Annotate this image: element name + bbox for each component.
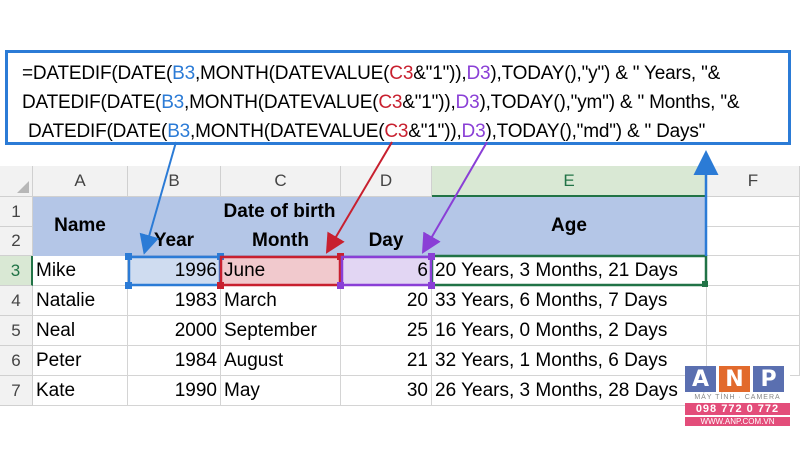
logo-tagline: MÁY TÍNH · CAMERA <box>694 394 781 401</box>
column-header-a[interactable]: A <box>33 166 128 197</box>
cell-name[interactable]: Neal <box>33 316 128 346</box>
header-year[interactable]: Year <box>128 227 221 256</box>
cell-day[interactable]: 30 <box>341 376 432 406</box>
logo-letters: A N P <box>685 366 790 392</box>
cell-month[interactable]: March <box>221 286 341 316</box>
row-header-5[interactable]: 5 <box>0 316 33 346</box>
logo-website: WWW.ANP.COM.VN <box>685 417 790 426</box>
logo-letter-n: N <box>719 366 750 392</box>
spreadsheet-grid: A B C D E F 1 2 3 4 5 6 7 Name Date of b… <box>0 0 800 450</box>
row-header-6[interactable]: 6 <box>0 346 33 376</box>
column-header-e[interactable]: E <box>432 166 707 197</box>
row-header-2[interactable]: 2 <box>0 227 33 256</box>
empty-cell[interactable] <box>707 227 800 256</box>
cell-day[interactable]: 21 <box>341 346 432 376</box>
cell-day[interactable]: 6 <box>341 256 432 286</box>
cell-year[interactable]: 1984 <box>128 346 221 376</box>
cell-month[interactable]: August <box>221 346 341 376</box>
header-month[interactable]: Month <box>221 227 341 256</box>
cell-year[interactable]: 1983 <box>128 286 221 316</box>
header-day[interactable]: Day <box>341 227 432 256</box>
cell-age[interactable]: 16 Years, 0 Months, 2 Days <box>432 316 707 346</box>
column-header-c[interactable]: C <box>221 166 341 197</box>
cell-month[interactable]: May <box>221 376 341 406</box>
cell-name[interactable]: Natalie <box>33 286 128 316</box>
column-header-f[interactable]: F <box>707 166 800 197</box>
cell-age[interactable]: 33 Years, 6 Months, 7 Days <box>432 286 707 316</box>
header-name[interactable]: Name <box>33 197 128 256</box>
empty-cell[interactable] <box>707 316 800 346</box>
cell-month[interactable]: September <box>221 316 341 346</box>
cell-name[interactable]: Kate <box>33 376 128 406</box>
cell-year[interactable]: 1996 <box>128 256 221 286</box>
logo-letter-a: A <box>685 366 716 392</box>
row-header-3[interactable]: 3 <box>0 256 33 286</box>
cell-name[interactable]: Peter <box>33 346 128 376</box>
cell-age[interactable]: 26 Years, 3 Months, 28 Days <box>432 376 707 406</box>
cell-age[interactable]: 32 Years, 1 Months, 6 Days <box>432 346 707 376</box>
column-header-d[interactable]: D <box>341 166 432 197</box>
cell-year[interactable]: 1990 <box>128 376 221 406</box>
row-header-4[interactable]: 4 <box>0 286 33 316</box>
cell-day[interactable]: 25 <box>341 316 432 346</box>
cell-year[interactable]: 2000 <box>128 316 221 346</box>
logo-phone: 098 772 0 772 <box>685 403 790 415</box>
empty-cell[interactable] <box>707 256 800 286</box>
cell-name[interactable]: Mike <box>33 256 128 286</box>
row-header-1[interactable]: 1 <box>0 197 33 227</box>
select-all-corner[interactable] <box>0 166 33 197</box>
empty-cell[interactable] <box>707 197 800 227</box>
cell-day[interactable]: 20 <box>341 286 432 316</box>
header-age[interactable]: Age <box>432 197 707 256</box>
brand-logo: A N P MÁY TÍNH · CAMERA 098 772 0 772 WW… <box>685 366 790 434</box>
column-header-b[interactable]: B <box>128 166 221 197</box>
row-header-7[interactable]: 7 <box>0 376 33 406</box>
empty-cell[interactable] <box>707 286 800 316</box>
header-date-of-birth[interactable]: Date of birth <box>128 197 432 227</box>
cell-month[interactable]: June <box>221 256 341 286</box>
cell-age[interactable]: 20 Years, 3 Months, 21 Days <box>432 256 707 286</box>
logo-letter-p: P <box>753 366 784 392</box>
